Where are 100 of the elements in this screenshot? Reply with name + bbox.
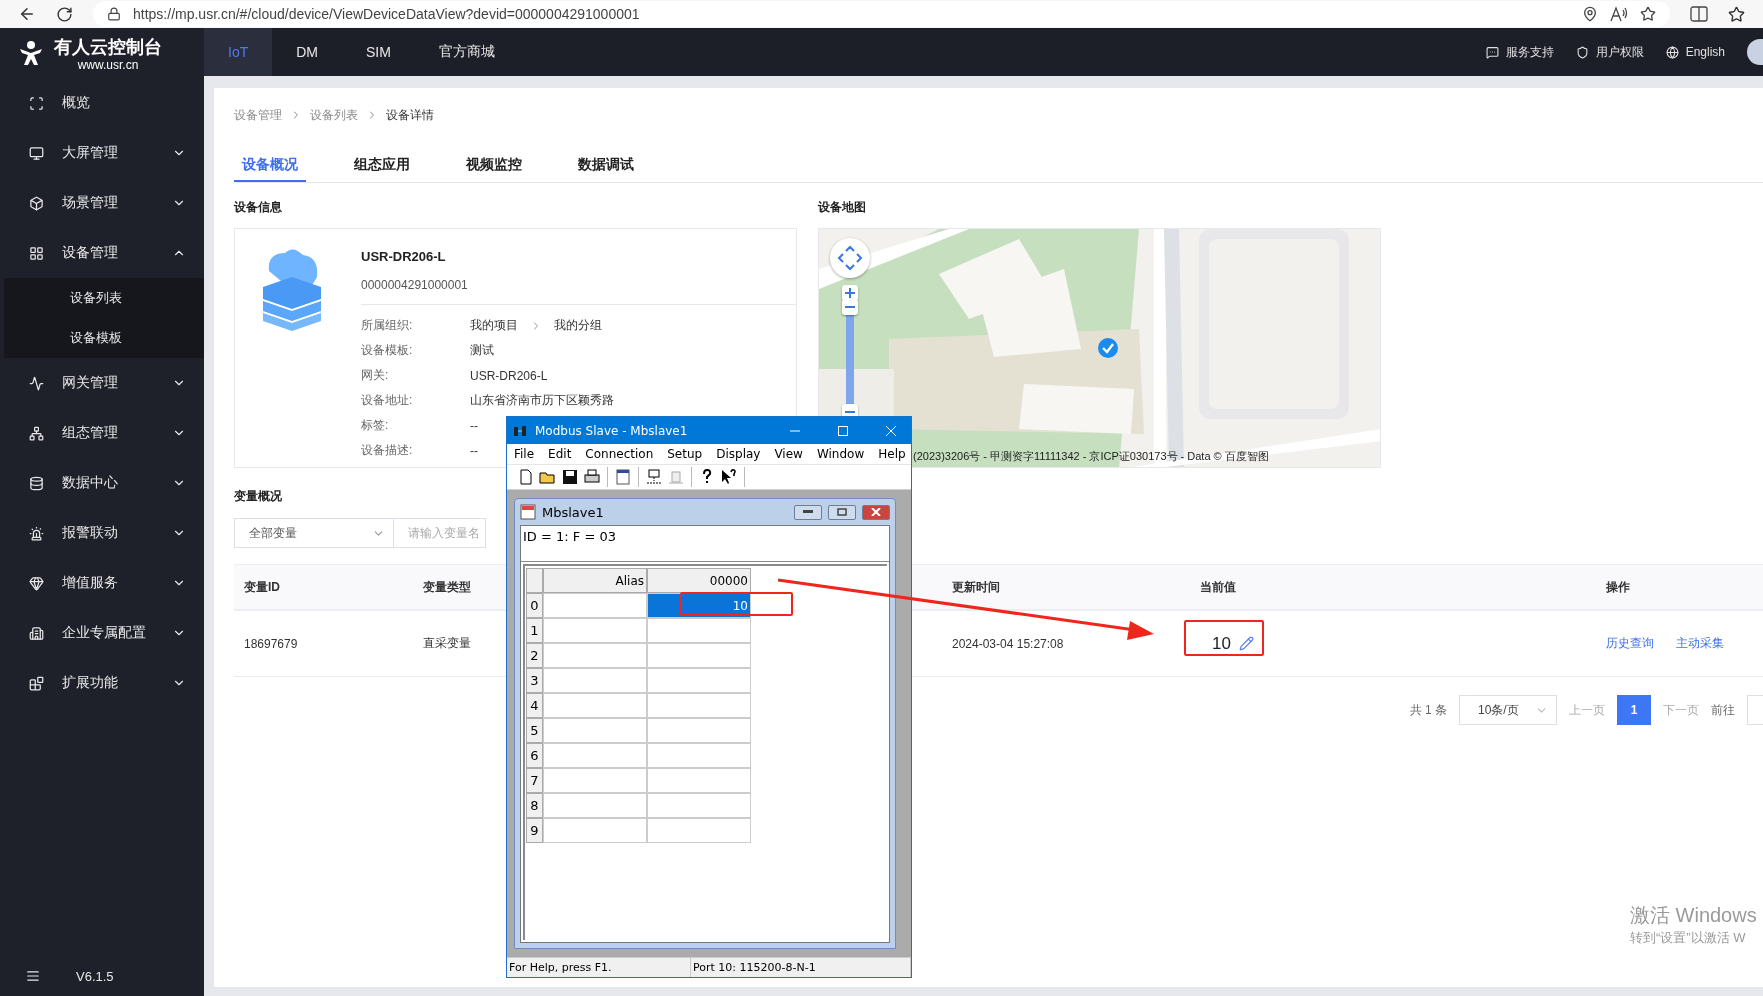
alias-cell[interactable] (543, 793, 647, 818)
sidebar-subitem[interactable]: 设备模板 (4, 318, 204, 358)
restore-button[interactable] (828, 504, 856, 520)
menu-item[interactable]: Window (816, 447, 865, 461)
variable-filter[interactable]: 全部变量 (234, 518, 394, 548)
register-cell[interactable] (647, 818, 751, 843)
section-title: 设备信息 (234, 199, 283, 216)
menu-item[interactable]: Display (716, 447, 761, 461)
edit-icon[interactable] (1238, 636, 1254, 651)
save-icon[interactable] (561, 468, 579, 486)
register-cell[interactable] (647, 643, 751, 668)
header-link[interactable]: 用户权限 (1595, 43, 1644, 61)
breadcrumb-item[interactable]: 设备列表 (310, 106, 358, 124)
location-icon[interactable] (1582, 6, 1598, 22)
tab[interactable]: 设备概况 (234, 156, 306, 182)
field-value: 测试 (470, 342, 494, 359)
shield-icon (1575, 45, 1589, 59)
sidebar-item[interactable]: 企业专属配置 (4, 608, 204, 658)
menu-item[interactable]: Help (878, 447, 906, 461)
collapse-icon[interactable] (26, 969, 40, 983)
globe-icon (1665, 45, 1679, 59)
window-icon[interactable] (614, 468, 632, 486)
back-icon[interactable] (18, 5, 36, 23)
alias-cell[interactable] (543, 718, 647, 743)
tab[interactable]: 组态应用 (346, 156, 418, 182)
sidebar-item[interactable]: 概览 (4, 78, 204, 128)
menu-item[interactable]: Connection (585, 447, 654, 461)
nav-tab[interactable]: SIM (342, 28, 415, 76)
grid-corner[interactable] (526, 568, 543, 593)
current-value: 10 (1212, 633, 1231, 654)
sidebar-item[interactable]: 设备管理 (4, 228, 204, 278)
favorites-icon[interactable] (1728, 5, 1745, 23)
new-file-icon[interactable] (517, 468, 535, 486)
favorite-icon[interactable] (1640, 6, 1656, 22)
sidebar-item[interactable]: 数据中心 (4, 458, 204, 508)
sidebar-item[interactable]: 组态管理 (4, 408, 204, 458)
menu-item[interactable]: View (774, 447, 803, 461)
nav-tab[interactable]: 官方商城 (414, 28, 519, 76)
alias-cell[interactable] (543, 618, 647, 643)
action-link[interactable]: 历史查询 (1606, 635, 1654, 652)
sidebar-item[interactable]: 扩展功能 (4, 658, 204, 708)
scan-icon (29, 95, 44, 111)
sidebar-item[interactable]: 增值服务 (4, 558, 204, 608)
context-help-icon[interactable] (720, 468, 738, 486)
table-cell: 18697679 (244, 636, 298, 651)
sidebar-item[interactable]: 大屏管理 (4, 128, 204, 178)
alias-cell[interactable] (543, 818, 647, 843)
sidebar-item[interactable]: 网关管理 (4, 358, 204, 408)
connect-icon[interactable] (645, 468, 663, 486)
nav-tab[interactable]: IoT (204, 28, 273, 76)
sidebar-subitem[interactable]: 设备列表 (4, 278, 204, 318)
register-cell[interactable] (647, 618, 751, 643)
action-link[interactable]: 主动采集 (1676, 635, 1724, 652)
tab[interactable]: 数据调试 (570, 156, 642, 182)
activation-hint: 转到“设置”以激活 W (1630, 929, 1747, 947)
row-number: 3 (526, 668, 543, 693)
alias-cell[interactable] (543, 693, 647, 718)
split-screen-icon[interactable] (1690, 6, 1708, 22)
zoom-thumb[interactable] (842, 299, 858, 315)
table-cell: 直采变量 (423, 635, 471, 652)
register-cell[interactable] (647, 668, 751, 693)
sidebar-item[interactable]: 场景管理 (4, 178, 204, 228)
alias-cell[interactable] (543, 768, 647, 793)
menu-item[interactable]: File (514, 447, 535, 461)
read-aloud-icon[interactable] (1610, 6, 1628, 22)
register-cell[interactable] (647, 743, 751, 768)
reload-icon[interactable] (56, 5, 73, 23)
address-field[interactable]: https://mp.usr.cn/#/cloud/device/ViewDeviceDataView?devid=0000004291000001 (93, 1, 1670, 27)
register-cell[interactable] (647, 768, 751, 793)
minimize-button[interactable] (794, 504, 822, 520)
print-icon[interactable] (583, 468, 601, 486)
field-value: USR-DR206-L (470, 368, 548, 383)
header-link[interactable]: 服务支持 (1505, 43, 1554, 61)
alias-cell[interactable] (543, 743, 647, 768)
column-header: 当前值 (1200, 578, 1236, 596)
zoom-in-button[interactable] (842, 285, 858, 301)
field-label: 设备模板: (361, 342, 414, 359)
disconnect-icon[interactable] (667, 468, 685, 486)
alias-cell[interactable] (543, 668, 647, 693)
search-field[interactable]: 请输入变量名 (394, 518, 486, 548)
map-attribution: (2023)3206号 - 甲测资字11111342 - 京ICP证030173号 - Data © 百度智图 (913, 449, 1269, 464)
alias-cell[interactable] (543, 643, 647, 668)
breadcrumb-item[interactable]: 设备详情 (386, 106, 434, 124)
page-button[interactable]: 1 (1617, 695, 1651, 725)
sidebar-item[interactable]: 报警联动 (4, 508, 204, 558)
close-button[interactable] (862, 504, 890, 520)
menu-item[interactable]: Setup (667, 447, 703, 461)
minimize-icon (803, 510, 813, 514)
menu-item[interactable]: Edit (548, 447, 572, 461)
tab[interactable]: 视频监控 (458, 156, 530, 182)
page-size-select[interactable]: 10条/页 (1459, 695, 1557, 725)
maximize-icon (838, 425, 848, 436)
alias-cell[interactable] (543, 593, 647, 618)
avatar[interactable] (1747, 39, 1763, 65)
register-cell[interactable] (647, 718, 751, 743)
header-link[interactable]: English (1685, 45, 1725, 59)
register-cell[interactable] (647, 693, 751, 718)
breadcrumb-item[interactable]: 设备管理 (234, 106, 282, 124)
register-cell[interactable] (647, 793, 751, 818)
nav-tab[interactable]: DM (272, 28, 342, 76)
